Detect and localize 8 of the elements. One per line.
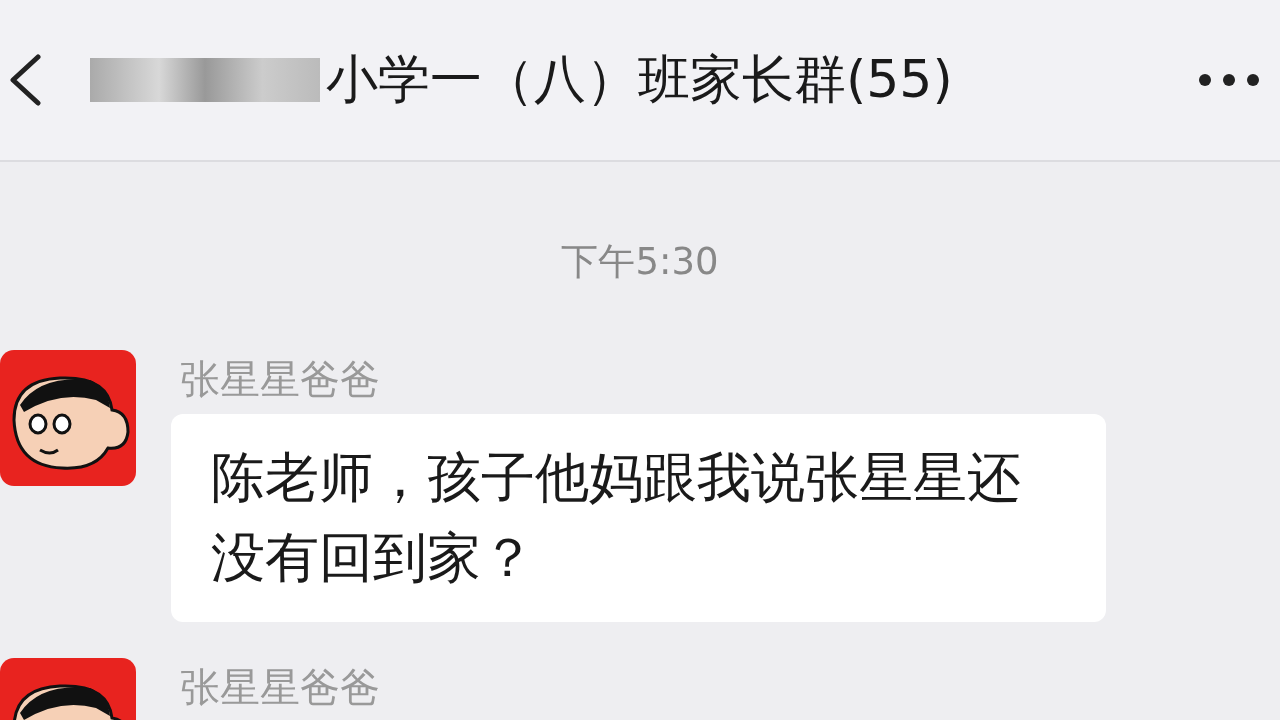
- more-icon[interactable]: [1198, 73, 1260, 87]
- sender-name: 张星星爸爸: [180, 666, 380, 708]
- chat-title: 小学一（八）班家长群(55): [326, 48, 953, 111]
- message-bubble: 陈老师，孩子他妈跟我说张星星还没有回到家？: [171, 414, 1106, 622]
- avatar-icon[interactable]: [0, 350, 136, 486]
- timestamp: 下午5:30: [560, 240, 720, 284]
- back-icon[interactable]: [8, 54, 42, 106]
- sender-name: 张星星爸爸: [180, 358, 381, 400]
